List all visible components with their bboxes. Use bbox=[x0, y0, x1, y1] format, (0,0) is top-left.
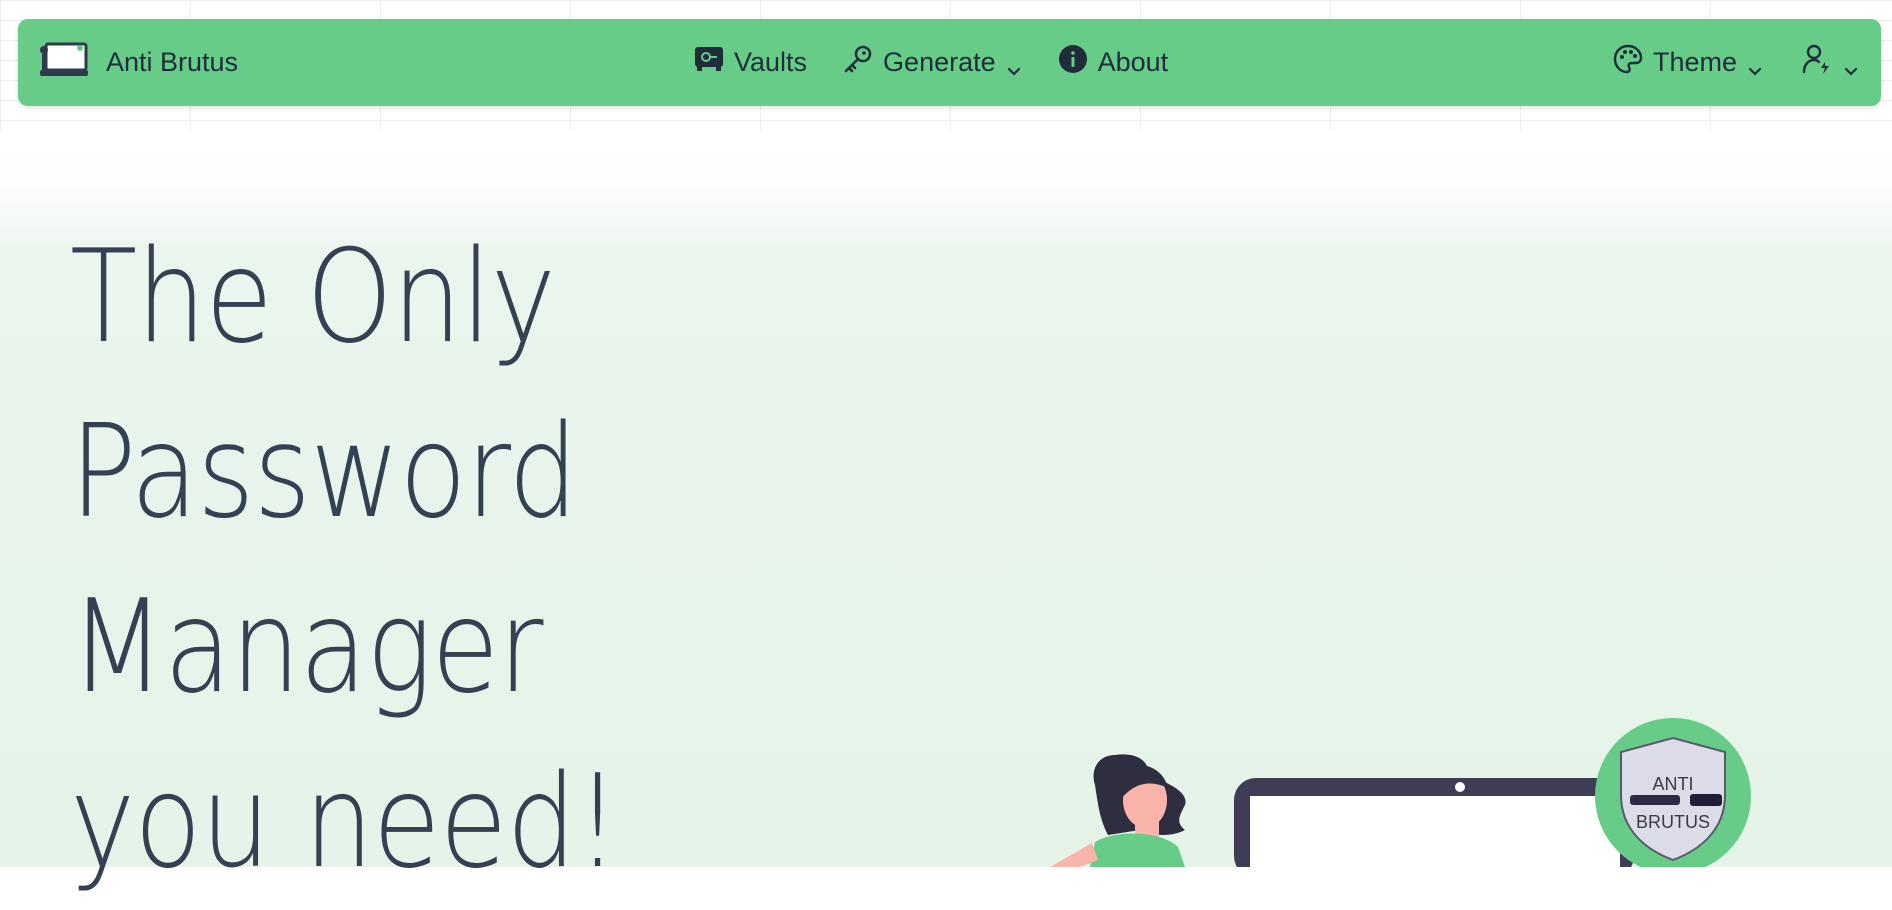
badge-line2: BRUTUS bbox=[1636, 812, 1710, 832]
laptop-illustration bbox=[1234, 778, 1634, 867]
person-illustration bbox=[1050, 754, 1186, 867]
anti-brutus-badge: ANTI BRUTUS bbox=[1595, 718, 1751, 867]
hero-illustration: ANTI BRUTUS bbox=[1050, 718, 1751, 867]
badge-line1: ANTI bbox=[1652, 774, 1693, 794]
